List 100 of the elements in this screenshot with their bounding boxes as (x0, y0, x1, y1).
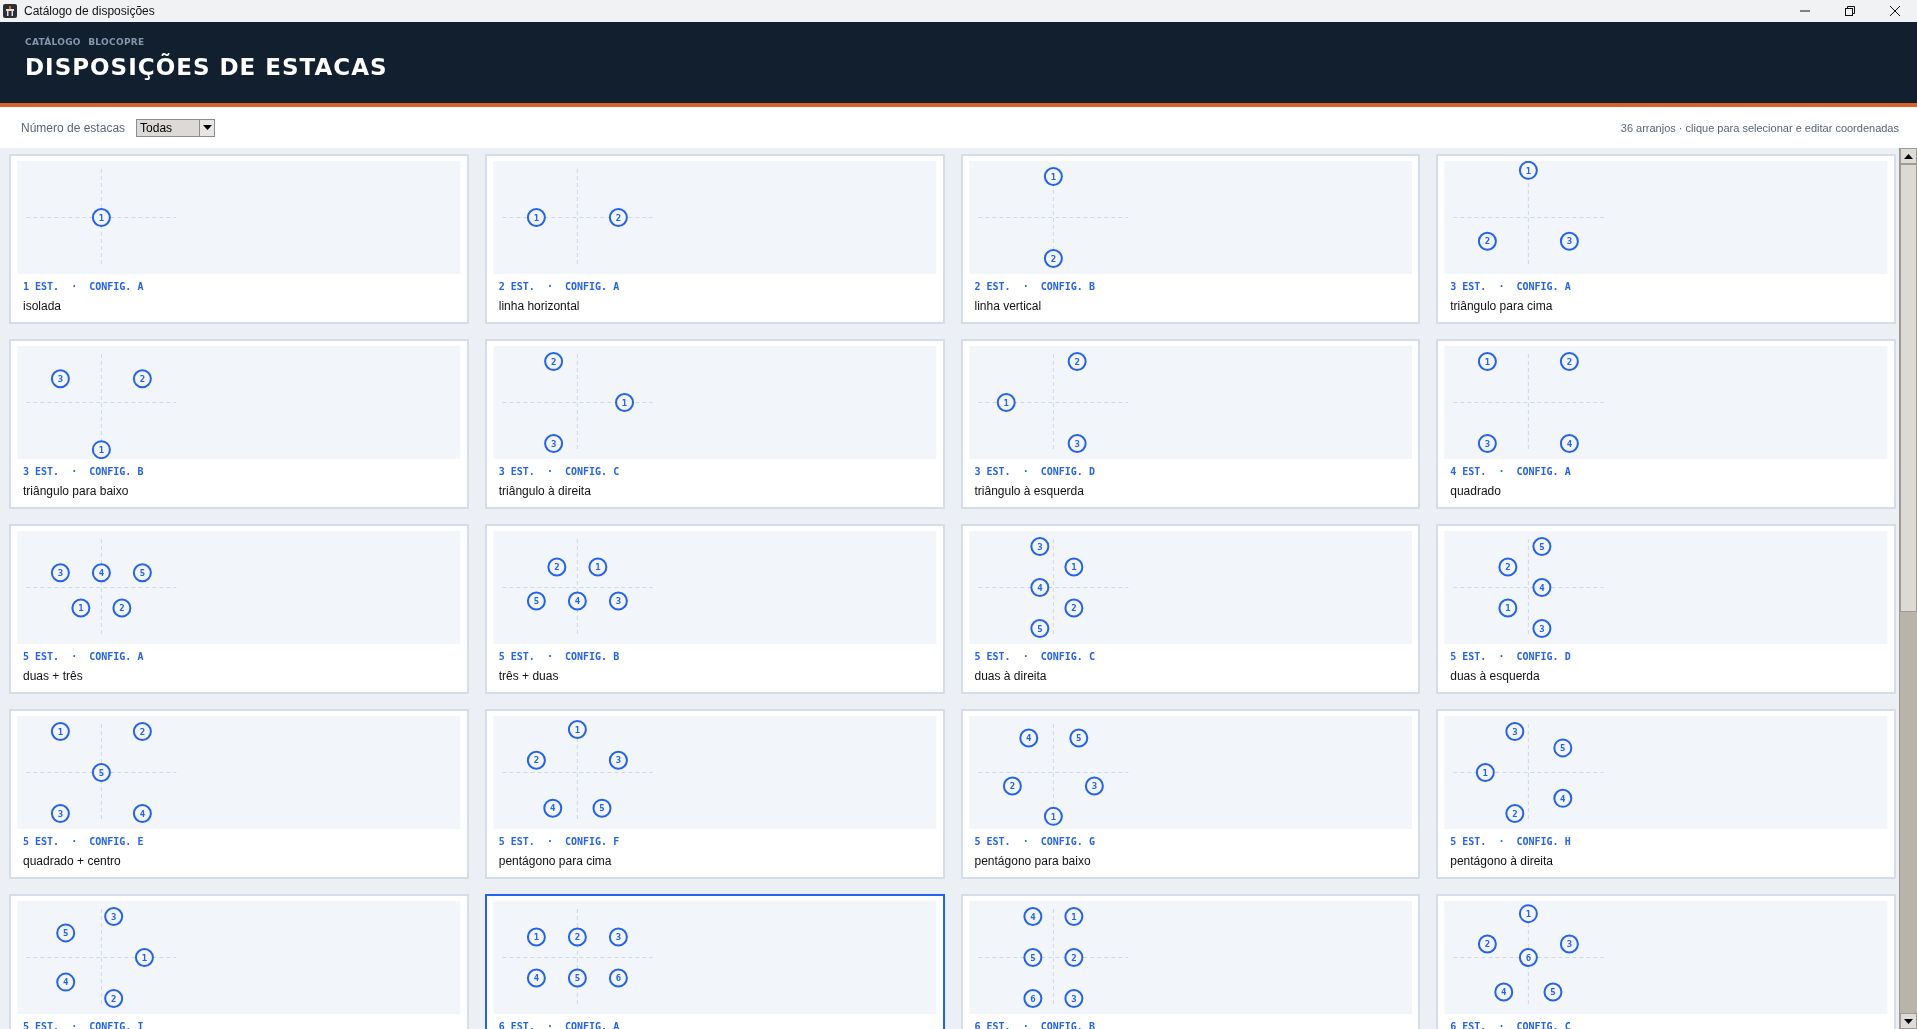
pile-marker[interactable]: 2 (1002, 776, 1022, 796)
pile-marker[interactable]: 3 (608, 927, 628, 947)
pile-marker[interactable]: 2 (608, 208, 628, 227)
pile-marker[interactable]: 1 (91, 208, 111, 227)
pile-marker[interactable]: 2 (1043, 249, 1063, 268)
pile-marker[interactable]: 1 (1043, 806, 1063, 826)
layout-card[interactable]: 2 1 3 3 EST. · CONFIG. D triângulo à esquerda (960, 339, 1421, 509)
pile-marker[interactable]: 5 (1553, 738, 1573, 758)
pile-marker[interactable]: 3 (608, 591, 628, 611)
pile-marker[interactable]: 1 (1519, 904, 1539, 924)
pile-marker[interactable]: 2 (1505, 804, 1525, 823)
pile-marker[interactable]: 2 (567, 927, 587, 947)
pile-marker[interactable]: 5 (1029, 619, 1049, 638)
layout-card[interactable]: 3 5 1 4 2 5 EST. · CONFIG. H pentágono à direita (1436, 709, 1896, 879)
pile-marker[interactable]: 2 (1498, 557, 1518, 577)
pile-marker[interactable]: 1 (91, 440, 111, 459)
pile-marker[interactable]: 1 (71, 598, 91, 618)
pile-marker[interactable]: 1 (1063, 557, 1083, 577)
layout-card[interactable]: 1 1 EST. · CONFIG. A isolada (9, 154, 469, 324)
layout-card[interactable]: 1 2 3 4 4 EST. · CONFIG. A quadrado (1436, 339, 1896, 509)
pile-marker[interactable]: 3 (1063, 989, 1083, 1008)
layout-card[interactable]: 1 2 3 3 EST. · CONFIG. A triângulo para cima (1436, 154, 1896, 324)
pile-marker[interactable]: 3 (1505, 722, 1525, 741)
pile-marker[interactable]: 5 (1022, 948, 1042, 967)
pile-marker[interactable]: 1 (1498, 598, 1518, 618)
pile-marker[interactable]: 1 (526, 208, 546, 227)
pile-marker[interactable]: 6 (1022, 989, 1042, 1008)
pile-marker[interactable]: 4 (1494, 982, 1514, 1002)
pile-marker[interactable]: 6 (608, 968, 628, 988)
pile-marker[interactable]: 4 (132, 804, 152, 823)
layout-card[interactable]: 1 2 5 3 4 5 EST. · CONFIG. E quadrado + centro (9, 709, 469, 879)
pile-marker[interactable]: 3 (1532, 619, 1552, 638)
pile-marker[interactable]: 2 (132, 369, 152, 389)
pile-marker[interactable]: 2 (526, 750, 546, 770)
pile-marker[interactable]: 1 (1519, 161, 1539, 180)
layout-card[interactable]: 2 1 3 3 EST. · CONFIG. C triângulo à direita (484, 339, 945, 509)
pile-marker[interactable]: 2 (1560, 352, 1580, 371)
pile-marker[interactable]: 5 (567, 968, 587, 988)
pile-marker[interactable]: 4 (1022, 907, 1042, 926)
pile-marker[interactable]: 4 (1560, 434, 1580, 453)
pile-marker[interactable]: 4 (1029, 578, 1049, 597)
pile-marker[interactable]: 3 (104, 907, 124, 926)
pile-marker[interactable]: 2 (1478, 231, 1498, 251)
pile-marker[interactable]: 4 (543, 798, 563, 818)
pile-marker[interactable]: 5 (1543, 982, 1563, 1002)
scrollbar[interactable] (1899, 148, 1917, 1029)
layout-card[interactable]: 5 2 4 1 3 5 EST. · CONFIG. D duas à esquerda (1436, 524, 1896, 694)
pile-marker[interactable]: 3 (1029, 537, 1049, 556)
scroll-up-icon[interactable] (1904, 153, 1913, 159)
pile-marker[interactable]: 2 (1063, 948, 1083, 967)
pile-marker[interactable]: 4 (91, 563, 111, 583)
pile-marker[interactable]: 3 (543, 434, 563, 453)
pile-marker[interactable]: 2 (1478, 934, 1498, 954)
layout-card[interactable]: 3 1 4 2 5 5 EST. · CONFIG. C duas à direita (960, 524, 1421, 694)
pile-marker[interactable]: 1 (1043, 167, 1063, 186)
pile-marker[interactable]: 6 (1519, 948, 1539, 967)
pile-marker[interactable]: 3 (50, 804, 70, 823)
layout-card[interactable]: 3 4 5 1 2 5 EST. · CONFIG. A duas + três (9, 524, 469, 694)
pile-marker[interactable]: 5 (592, 798, 612, 818)
pile-marker[interactable]: 1 (1063, 907, 1083, 926)
pile-marker[interactable]: 1 (134, 948, 154, 967)
pile-marker[interactable]: 3 (1067, 434, 1087, 453)
scroll-down-icon[interactable] (1904, 1018, 1913, 1024)
pile-marker[interactable]: 2 (112, 598, 132, 618)
pile-marker[interactable]: 1 (567, 719, 587, 739)
pile-marker[interactable]: 2 (104, 989, 124, 1008)
pile-marker[interactable]: 3 (608, 750, 628, 770)
pile-marker[interactable]: 4 (1018, 728, 1038, 748)
pile-marker[interactable]: 3 (50, 369, 70, 389)
pile-marker[interactable]: 1 (996, 393, 1016, 412)
pile-marker[interactable]: 5 (91, 763, 111, 782)
pile-marker[interactable]: 4 (526, 968, 546, 988)
pile-marker[interactable]: 3 (1084, 776, 1104, 796)
layout-card[interactable]: 4 5 2 3 1 5 EST. · CONFIG. G pentágono para baixo (960, 709, 1421, 879)
pile-marker[interactable]: 3 (1478, 434, 1498, 453)
layout-card[interactable]: 1 2 2 EST. · CONFIG. B linha vertical (960, 154, 1421, 324)
layout-card[interactable]: 1 2 3 4 5 5 EST. · CONFIG. F pentágono para cima (484, 709, 945, 879)
pile-marker[interactable]: 2 (543, 352, 563, 371)
pile-marker[interactable]: 2 (132, 722, 152, 741)
layout-card[interactable]: 3 2 1 3 EST. · CONFIG. B triângulo para baixo (9, 339, 469, 509)
pile-marker[interactable]: 1 (588, 557, 608, 577)
pile-marker[interactable]: 3 (50, 563, 70, 583)
pile-marker[interactable]: 5 (1532, 537, 1552, 556)
pile-marker[interactable]: 1 (1478, 352, 1498, 371)
pile-marker[interactable]: 1 (1476, 763, 1496, 782)
pile-marker[interactable]: 5 (526, 591, 546, 611)
pile-marker[interactable]: 1 (526, 927, 546, 947)
pile-marker[interactable]: 4 (567, 591, 587, 611)
pile-marker[interactable]: 3 (1560, 934, 1580, 954)
pile-marker[interactable]: 4 (56, 972, 76, 992)
pile-marker[interactable]: 3 (1560, 231, 1580, 251)
pile-marker[interactable]: 4 (1553, 788, 1573, 808)
pile-marker[interactable]: 5 (132, 563, 152, 583)
pile-marker[interactable]: 4 (1532, 578, 1552, 597)
pile-marker[interactable]: 5 (56, 923, 76, 943)
pile-marker[interactable]: 2 (547, 557, 567, 577)
pile-marker[interactable]: 5 (1068, 728, 1088, 748)
pile-marker[interactable]: 1 (50, 722, 70, 741)
pile-marker[interactable]: 2 (1063, 598, 1083, 618)
layout-card[interactable]: 1 2 2 EST. · CONFIG. A linha horizontal (484, 154, 945, 324)
